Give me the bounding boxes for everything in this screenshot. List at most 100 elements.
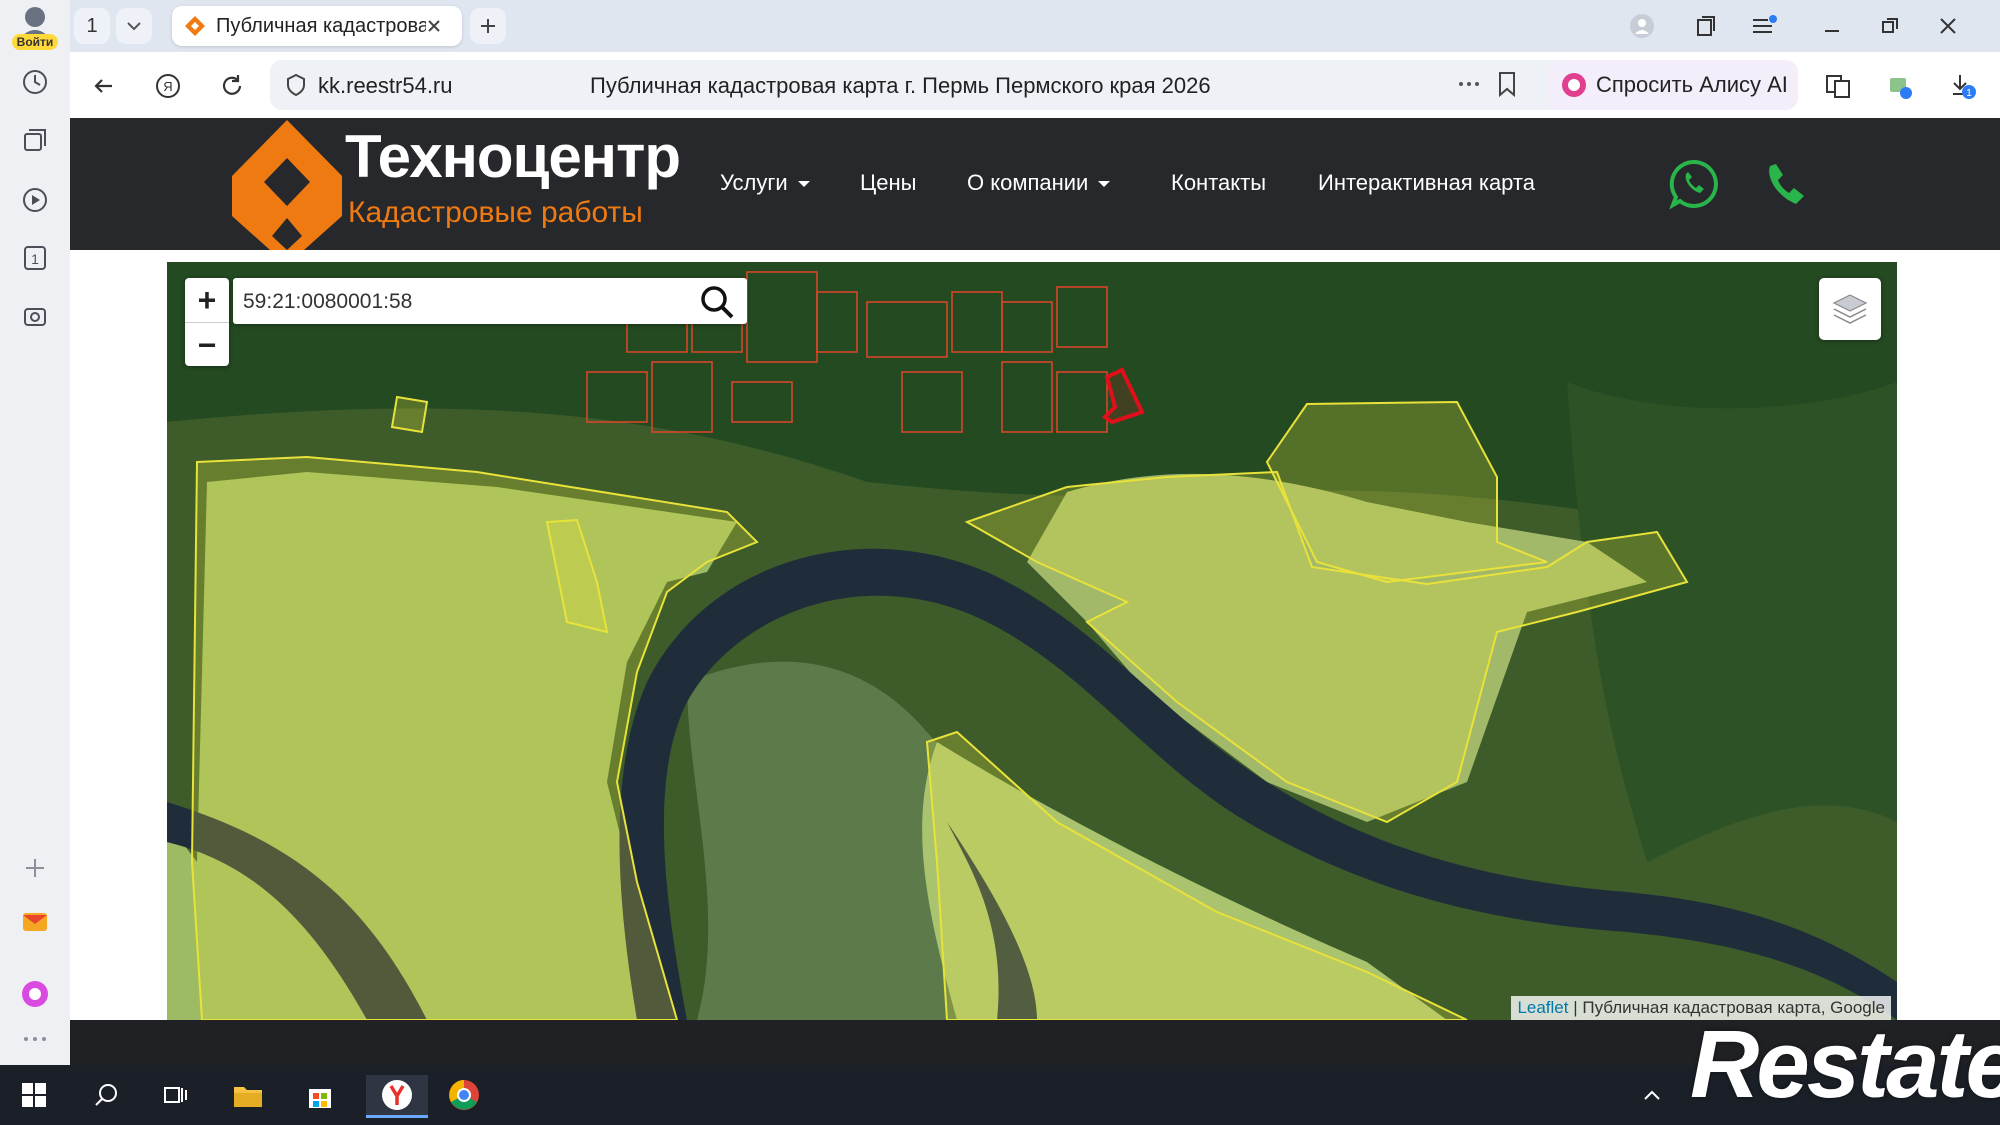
yandex-home-button[interactable]: Я <box>150 68 186 104</box>
yandex-logo-icon: Я <box>156 74 180 98</box>
nav-services[interactable]: Услуги <box>720 170 810 196</box>
cadastral-number-input[interactable] <box>241 284 685 320</box>
alice-sidebar-button[interactable] <box>15 974 55 1014</box>
user-circle-icon <box>1630 14 1654 38</box>
close-tab-icon[interactable] <box>426 18 442 34</box>
url-domain: kk.reestr54.ru <box>318 73 453 98</box>
plus-icon <box>26 859 44 877</box>
more-options-button[interactable] <box>1455 72 1483 101</box>
back-button[interactable] <box>86 68 122 104</box>
mail-button[interactable] <box>15 902 55 942</box>
browser-sidebar: Войти 1 <box>0 0 71 1065</box>
nav-contacts-label: Контакты <box>1171 170 1267 195</box>
site-logo[interactable]: Техноцентр Кадастровые работы <box>230 118 681 250</box>
phone-icon <box>1769 164 1804 204</box>
translate-icon <box>1826 75 1850 98</box>
tab-list-button[interactable] <box>116 8 152 44</box>
ask-alice-label: Спросить Алису AI <box>1596 72 1788 97</box>
reload-button[interactable] <box>214 68 250 104</box>
start-button[interactable] <box>12 1075 56 1115</box>
task-view-icon <box>164 1087 187 1103</box>
login-badge: Войти <box>12 34 58 50</box>
layers-control-button[interactable] <box>1819 278 1881 340</box>
search-icon <box>701 286 734 319</box>
chrome-icon <box>449 1080 479 1110</box>
zoom-in-button[interactable]: + <box>185 278 229 323</box>
reload-icon <box>222 75 242 95</box>
extension-button[interactable] <box>1882 68 1918 104</box>
hamburger-menu-icon <box>1753 15 1777 33</box>
zoom-control: + − <box>185 278 229 366</box>
nav-about-label: О компании <box>967 170 1089 195</box>
menu-button[interactable] <box>1746 10 1782 42</box>
new-tab-button[interactable] <box>470 8 506 44</box>
tray-expand-button[interactable] <box>1630 1075 1674 1115</box>
bookmarks-panel-button[interactable] <box>1688 10 1724 42</box>
nav-about[interactable]: О компании <box>967 170 1111 196</box>
whatsapp-button[interactable] <box>1668 158 1720 215</box>
translate-button[interactable] <box>1820 68 1856 104</box>
shield-icon <box>287 73 305 97</box>
file-explorer-button[interactable] <box>226 1075 270 1115</box>
user-avatar-icon <box>20 7 50 38</box>
nav-contacts[interactable]: Контакты <box>1171 170 1266 196</box>
screenshot-button[interactable] <box>15 296 55 336</box>
logo-emblem-icon <box>232 120 342 250</box>
tab-counter-button[interactable]: 1 <box>15 238 55 278</box>
add-panel-button[interactable] <box>15 848 55 888</box>
tab-strip: 1 Публичная кадастрова <box>70 0 2000 52</box>
nav-services-label: Услуги <box>720 170 788 195</box>
restate-watermark: Restate <box>1690 1011 2000 1118</box>
more-button[interactable] <box>15 1024 55 1054</box>
tab-count-button[interactable]: 1 <box>74 8 110 44</box>
video-button[interactable] <box>15 180 55 220</box>
search-button[interactable] <box>697 282 737 322</box>
collections-icon <box>24 129 46 151</box>
chrome-taskbar-button[interactable] <box>442 1075 486 1115</box>
cadastral-search <box>233 278 747 324</box>
restore-icon <box>1882 18 1898 33</box>
nav-prices-label: Цены <box>860 170 917 195</box>
svg-text:1: 1 <box>31 251 39 267</box>
tab-active[interactable]: Публичная кадастрова <box>172 6 462 46</box>
tab-title: Публичная кадастрова <box>216 14 426 37</box>
number-one-icon: 1 <box>24 246 46 270</box>
alice-icon <box>22 981 48 1007</box>
nav-interactive-map-label: Интерактивная карта <box>1318 170 1535 195</box>
history-button[interactable] <box>15 62 55 102</box>
phone-button[interactable] <box>1762 160 1812 215</box>
address-toolbar: Я kk.reestr54.ru Публичная кадастровая к… <box>70 52 2000 119</box>
svg-text:Я: Я <box>163 79 172 94</box>
restore-button[interactable] <box>1872 10 1908 42</box>
nav-prices[interactable]: Цены <box>860 170 916 196</box>
logo-title: Техноцентр <box>345 123 681 190</box>
address-bar[interactable]: kk.reestr54.ru Публичная кадастровая кар… <box>270 60 1630 110</box>
close-window-button[interactable] <box>1930 10 1966 42</box>
nav-interactive-map[interactable]: Интерактивная карта <box>1318 170 1535 196</box>
caret-down-icon <box>1098 181 1111 188</box>
downloads-button[interactable]: 1 <box>1944 68 1980 104</box>
logo-subtitle: Кадастровые работы <box>348 196 643 229</box>
account-button[interactable] <box>1624 10 1660 42</box>
collections-button[interactable] <box>15 120 55 160</box>
task-view-button[interactable] <box>154 1075 198 1115</box>
taskbar-search-button[interactable] <box>84 1075 128 1115</box>
zoom-out-button[interactable]: − <box>185 323 229 367</box>
ask-alice-button[interactable]: Спросить Алису AI <box>1548 60 1798 110</box>
yandex-browser-taskbar-button[interactable] <box>366 1075 428 1118</box>
more-dots-icon <box>24 1037 46 1041</box>
play-icon <box>23 188 47 212</box>
minimize-button[interactable] <box>1814 10 1850 42</box>
leaflet-link[interactable]: Leaflet <box>1517 998 1568 1017</box>
downloads-badge: 1 <box>1966 88 1972 99</box>
bookmark-icon <box>1499 72 1515 98</box>
clock-icon <box>23 70 47 94</box>
satellite-imagery <box>167 262 1897 1020</box>
cadastral-map[interactable]: + − Leaflet | Публичная кадастровая карт… <box>167 262 1897 1020</box>
store-button[interactable] <box>298 1075 342 1115</box>
arrow-left-icon <box>94 79 112 93</box>
store-icon <box>309 1089 331 1108</box>
alice-icon <box>1562 73 1586 97</box>
bookmark-button[interactable] <box>1495 70 1519 103</box>
profile-button[interactable]: Войти <box>8 4 62 50</box>
